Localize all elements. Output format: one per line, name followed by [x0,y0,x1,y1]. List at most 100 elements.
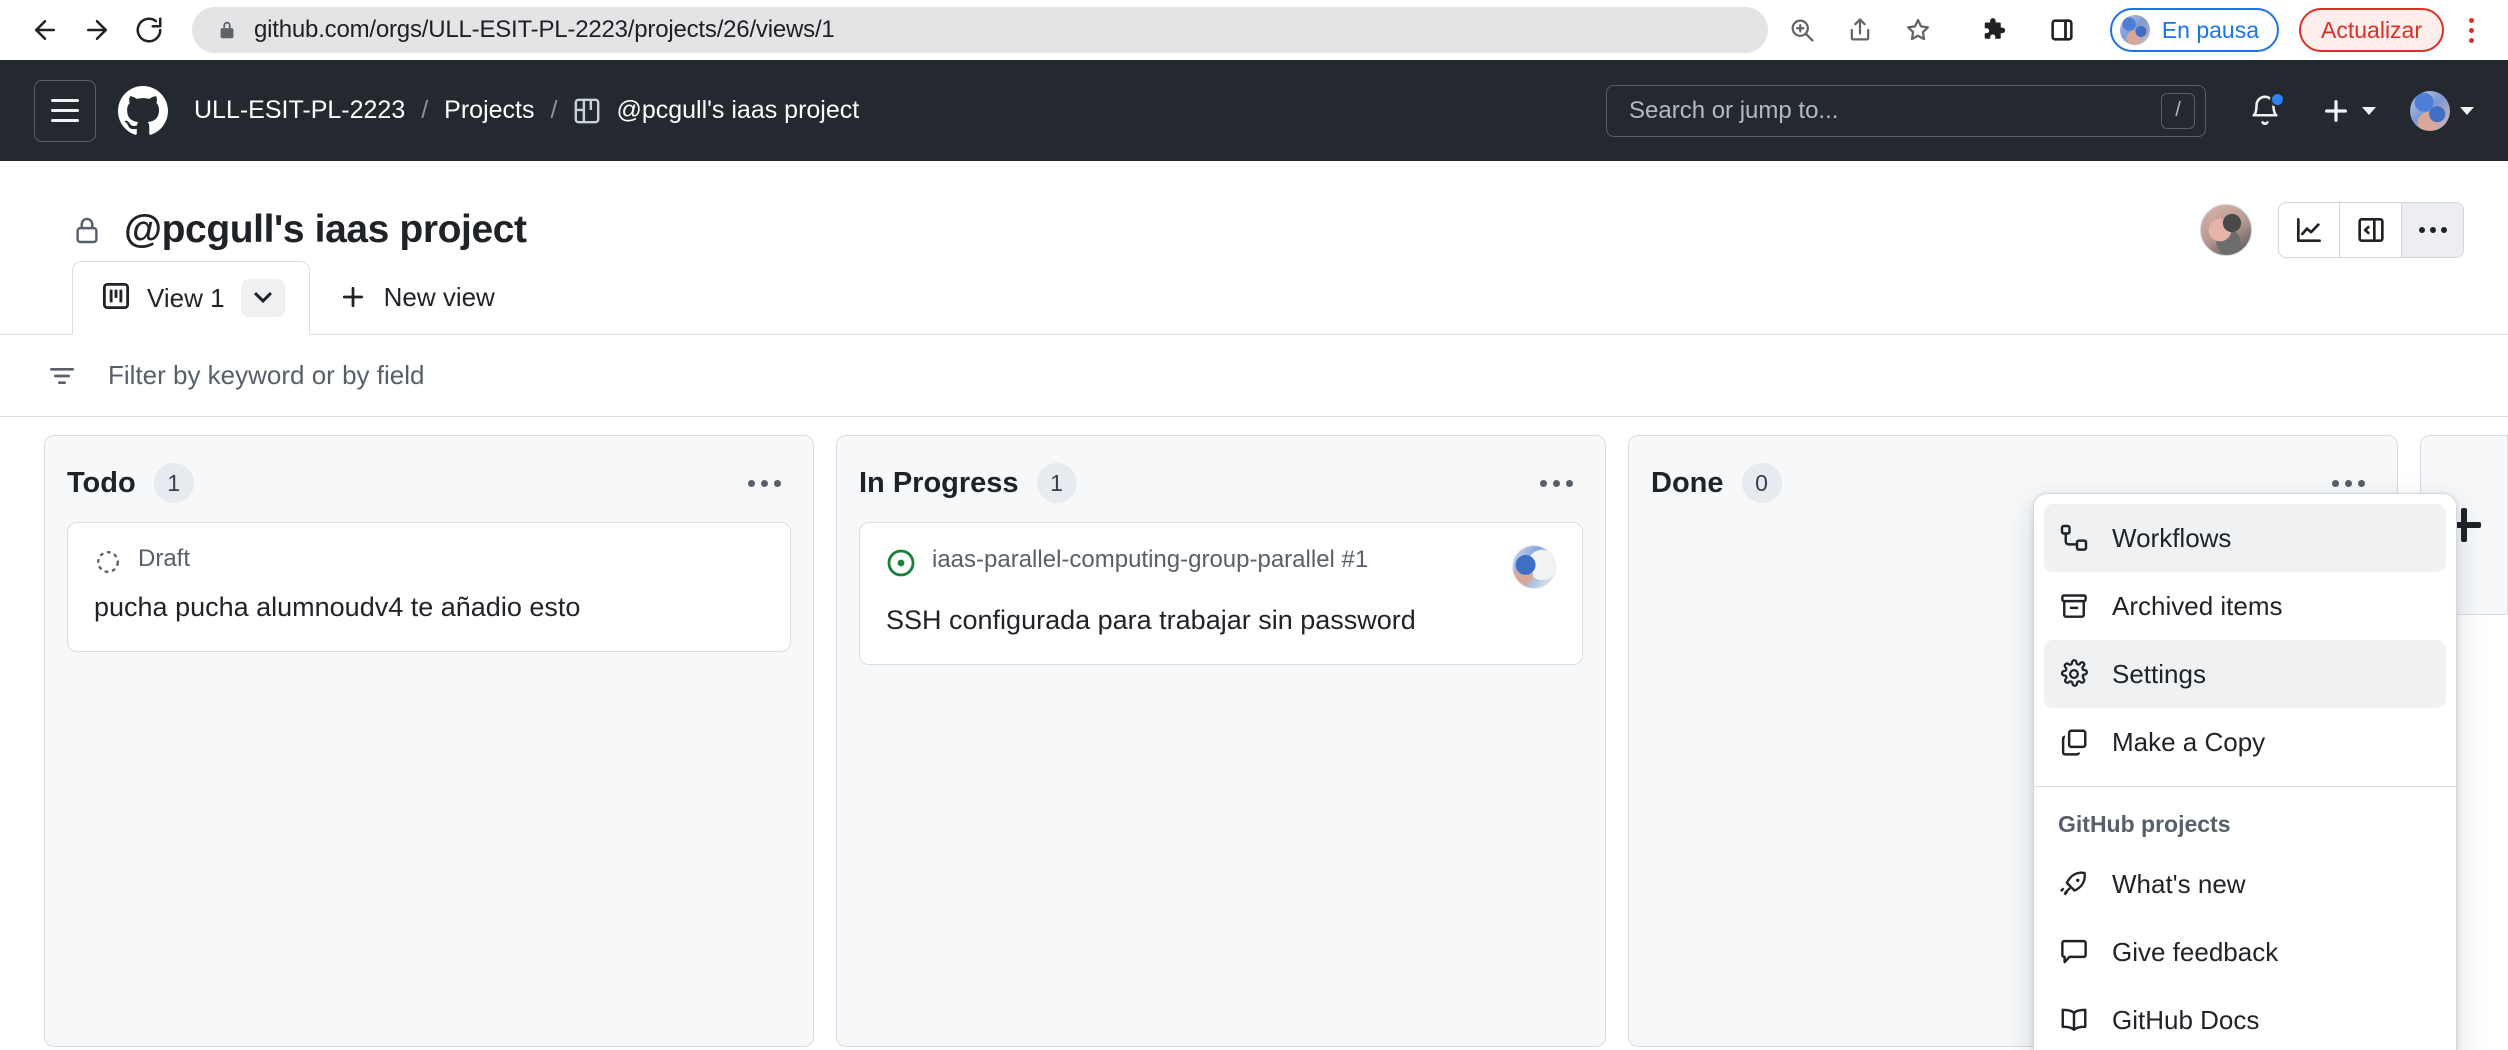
notifications-button[interactable] [2248,94,2282,128]
toggle-sidebar-button[interactable] [2340,202,2402,258]
project-action-button-group [2278,202,2464,258]
address-bar[interactable]: github.com/orgs/ULL-ESIT-PL-2223/project… [192,7,1768,53]
column-more-icon[interactable] [738,470,791,497]
column-title: In Progress [859,467,1019,500]
assignee-avatar[interactable] [1512,545,1556,589]
new-view-button[interactable]: New view [310,260,523,334]
side-panel-button[interactable] [2042,10,2082,50]
reload-icon [134,15,164,45]
view-options-button[interactable] [241,279,285,317]
owner-avatar[interactable] [2200,204,2252,256]
filter-input-placeholder: Filter by keyword or by field [108,360,424,391]
project-page: @pcgull's iaas project [0,161,2508,1050]
share-button[interactable] [1840,10,1880,50]
filter-icon [46,360,78,392]
tab-view-1[interactable]: View 1 [72,261,310,335]
menu-divider [2034,786,2456,787]
url-text: github.com/orgs/ULL-ESIT-PL-2223/project… [254,16,835,44]
column-header: Todo 1 [67,458,791,508]
book-icon [2058,1005,2090,1035]
menu-item-give-feedback[interactable]: Give feedback [2044,918,2446,986]
menu-item-whats-new[interactable]: What's new [2044,850,2446,918]
lock-glyph [72,213,102,247]
reload-button[interactable] [126,7,172,53]
board-card[interactable]: Draft pucha pucha alumnoudv4 te añadio e… [67,522,791,652]
global-nav-menu-button[interactable] [34,80,96,142]
menu-item-github-docs[interactable]: GitHub Docs [2044,986,2446,1050]
breadcrumb-project[interactable]: @pcgull's iaas project [616,96,859,125]
user-avatar [2410,91,2450,131]
user-account-button[interactable] [2410,91,2474,131]
menu-item-label: Settings [2112,659,2206,690]
dot [748,480,755,487]
menu-item-archived-items[interactable]: Archived items [2044,572,2446,640]
update-label: Actualizar [2321,17,2422,44]
extensions-group [1976,10,2082,50]
profile-avatar [2120,15,2150,45]
hamburger-menu-icon [51,119,79,122]
dot [761,480,768,487]
column-header: In Progress 1 [859,458,1583,508]
filter-glyph [46,360,78,392]
create-new-button[interactable] [2320,95,2376,127]
back-button[interactable] [22,7,68,53]
dot [2358,480,2365,487]
search-input[interactable]: Search or jump to... / [1606,85,2206,137]
menu-item-label: What's new [2112,869,2246,900]
breadcrumb-separator: / [405,96,444,125]
column-count: 1 [1037,463,1077,503]
project-more-options-button[interactable] [2402,202,2464,258]
breadcrumb-org[interactable]: ULL-ESIT-PL-2223 [194,96,405,125]
back-arrow-icon [30,15,60,45]
insights-chart-icon [2293,214,2325,246]
forward-button[interactable] [74,7,120,53]
search-placeholder: Search or jump to... [1629,97,2161,125]
chevron-down-icon [2362,107,2376,115]
update-button[interactable]: Actualizar [2299,8,2444,52]
workflow-glyph [2059,523,2089,553]
chevron-down-icon [254,292,272,304]
column-count: 1 [154,463,194,503]
draft-dashed-circle-icon [94,548,122,576]
archive-icon [2058,591,2090,621]
filter-bar[interactable]: Filter by keyword or by field [0,335,2508,417]
board-card[interactable]: iaas-parallel-computing-group-parallel #… [859,522,1583,665]
project-board-glyph [573,97,601,125]
menu-item-make-a-copy[interactable]: Make a Copy [2044,708,2446,776]
rocket-glyph [2059,869,2089,899]
zoom-button[interactable] [1782,10,1822,50]
extensions-button[interactable] [1976,10,2016,50]
menu-item-workflows[interactable]: Workflows [2044,504,2446,572]
dot [1553,480,1560,487]
archive-glyph [2059,591,2089,621]
github-logo-icon [118,86,168,136]
board-column-in-progress: In Progress 1 iaas-parallel-computing-gr… [836,435,1606,1047]
header-right-actions: Search or jump to... / [1606,85,2474,137]
dot [2419,227,2425,233]
project-header: @pcgull's iaas project [0,161,2508,261]
more-options-icon [2419,227,2447,233]
github-global-header: ULL-ESIT-PL-2223 / Projects / @pcgull's … [0,60,2508,161]
card-meta: iaas-parallel-computing-group-parallel #… [886,545,1556,589]
github-home-link[interactable] [118,86,168,136]
comment-glyph [2059,937,2089,967]
chrome-menu-button[interactable] [2456,8,2486,52]
dot [774,480,781,487]
new-view-label: New view [384,282,495,313]
menu-item-settings[interactable]: Settings [2044,640,2446,708]
bookmark-button[interactable] [1898,10,1938,50]
share-icon [1846,16,1874,44]
notification-indicator-dot [2270,92,2285,107]
hamburger-menu-icon [51,99,79,102]
gear-glyph [2059,659,2089,689]
menu-group-label: GitHub projects [2034,793,2456,850]
project-options-menu: Workflows Archived items Settings [2033,493,2457,1050]
rocket-icon [2058,869,2090,899]
browser-profile-button[interactable]: En pausa [2110,8,2279,52]
board-column-todo: Todo 1 Draft pucha pucha alu [44,435,814,1047]
insights-button[interactable] [2278,202,2340,258]
breadcrumb-projects[interactable]: Projects [444,96,534,125]
kebab-dot [2469,18,2474,23]
profile-label: En pausa [2162,17,2259,44]
column-more-icon[interactable] [1530,470,1583,497]
